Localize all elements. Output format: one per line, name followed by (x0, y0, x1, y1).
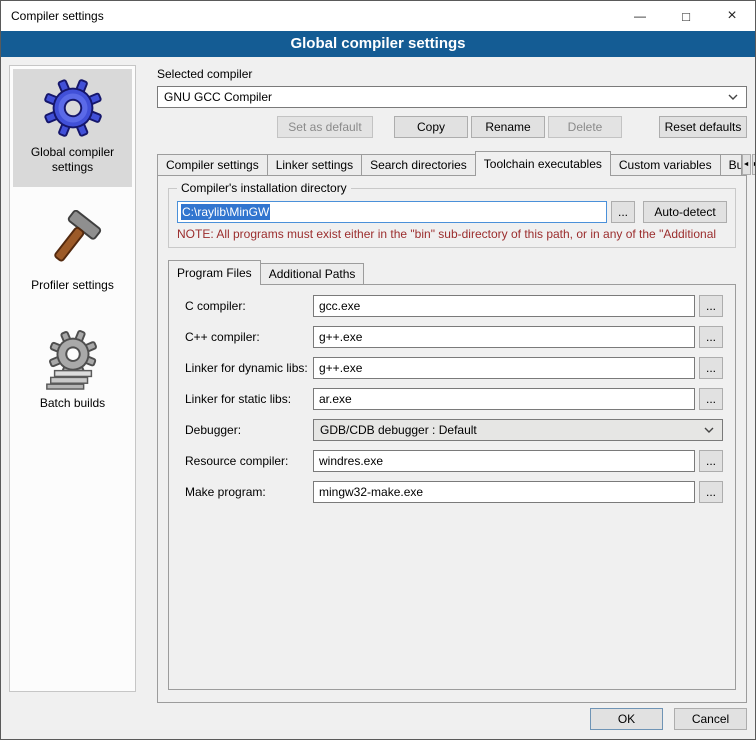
compiler-action-buttons: Set as default Copy Rename Delete Reset … (157, 116, 747, 138)
c-compiler-input[interactable] (313, 295, 695, 317)
minimize-button[interactable]: — (617, 1, 663, 31)
cpp-compiler-row: C++ compiler: ... (185, 326, 723, 348)
tab-custom-variables[interactable]: Custom variables (610, 154, 721, 175)
installation-directory-group-title: Compiler's installation directory (177, 181, 351, 195)
sidebar-item-label: Profiler settings (31, 278, 114, 293)
tab-compiler-settings[interactable]: Compiler settings (157, 154, 268, 175)
debugger-row: Debugger: GDB/CDB debugger : Default (185, 419, 723, 441)
tab-linker-settings[interactable]: Linker settings (267, 154, 362, 175)
dynamic-linker-browse-button[interactable]: ... (699, 357, 723, 379)
program-files-panel: C compiler: ... C++ compiler: ... Linker… (168, 284, 736, 690)
dynamic-linker-label: Linker for dynamic libs: (185, 361, 313, 375)
sidebar-item-label: Global compiler settings (15, 145, 130, 175)
reset-defaults-button[interactable]: Reset defaults (659, 116, 747, 138)
installation-directory-value: C:\raylib\MinGW (181, 204, 270, 220)
main-content: Selected compiler GNU GCC Compiler Set a… (145, 57, 747, 739)
dynamic-linker-row: Linker for dynamic libs: ... (185, 357, 723, 379)
toolchain-executables-panel: Compiler's installation directory C:\ray… (157, 175, 747, 703)
make-program-browse-button[interactable]: ... (699, 481, 723, 503)
dynamic-linker-input[interactable] (313, 357, 695, 379)
close-button[interactable]: × (709, 1, 755, 31)
subtab-program-files[interactable]: Program Files (168, 260, 261, 285)
static-linker-label: Linker for static libs: (185, 392, 313, 406)
minimize-icon: — (634, 9, 646, 23)
static-linker-input[interactable] (313, 388, 695, 410)
sidebar-item-batch-builds[interactable]: Batch builds (13, 320, 132, 423)
settings-category-sidebar: Global compiler settings Profiler settin… (9, 65, 136, 692)
resource-compiler-browse-button[interactable]: ... (699, 450, 723, 472)
settings-tabstrip: Compiler settings Linker settings Search… (157, 151, 747, 175)
chevron-down-icon (728, 94, 738, 100)
c-compiler-label: C compiler: (185, 299, 313, 313)
cpp-compiler-browse-button[interactable]: ... (699, 326, 723, 348)
make-program-label: Make program: (185, 485, 313, 499)
ok-button[interactable]: OK (590, 708, 663, 730)
cpp-compiler-input[interactable] (313, 326, 695, 348)
program-subtabs: Program Files Additional Paths (168, 260, 736, 284)
compiler-settings-dialog: Compiler settings — □ × Global compiler … (0, 0, 756, 740)
make-program-input[interactable] (313, 481, 695, 503)
tab-toolchain-executables[interactable]: Toolchain executables (475, 151, 611, 176)
set-as-default-button[interactable]: Set as default (277, 116, 373, 138)
profiler-hammer-icon (42, 210, 104, 272)
installation-directory-browse-button[interactable]: ... (611, 201, 635, 223)
page-title: Global compiler settings (1, 31, 755, 57)
cancel-button[interactable]: Cancel (674, 708, 747, 730)
dialog-body: Global compiler settings Profiler settin… (1, 57, 755, 739)
tab-scroll-right-button[interactable]: ► (752, 154, 756, 175)
delete-button[interactable]: Delete (548, 116, 622, 138)
maximize-button[interactable]: □ (663, 1, 709, 31)
selected-compiler-dropdown[interactable]: GNU GCC Compiler (157, 86, 747, 108)
debugger-label: Debugger: (185, 423, 313, 437)
resource-compiler-input[interactable] (313, 450, 695, 472)
installation-directory-input[interactable]: C:\raylib\MinGW (177, 201, 607, 223)
copy-button[interactable]: Copy (394, 116, 468, 138)
resource-compiler-label: Resource compiler: (185, 454, 313, 468)
caption-buttons: — □ × (617, 1, 755, 31)
static-linker-browse-button[interactable]: ... (699, 388, 723, 410)
bin-subdirectory-note: NOTE: All programs must exist either in … (177, 227, 727, 241)
sidebar-item-label: Batch builds (40, 396, 105, 411)
debugger-value: GDB/CDB debugger : Default (320, 423, 698, 437)
arrow-left-icon: ◄ (743, 161, 750, 168)
resource-compiler-row: Resource compiler: ... (185, 450, 723, 472)
tab-build-options[interactable]: Build (720, 154, 742, 175)
debugger-select[interactable]: GDB/CDB debugger : Default (313, 419, 723, 441)
sidebar-item-profiler-settings[interactable]: Profiler settings (13, 202, 132, 305)
rename-button[interactable]: Rename (471, 116, 545, 138)
c-compiler-row: C compiler: ... (185, 295, 723, 317)
tab-search-directories[interactable]: Search directories (361, 154, 476, 175)
selected-compiler-value: GNU GCC Compiler (164, 90, 722, 104)
chevron-down-icon (704, 427, 714, 433)
installation-directory-group: Compiler's installation directory C:\ray… (168, 188, 736, 248)
auto-detect-button[interactable]: Auto-detect (643, 201, 727, 223)
dialog-footer: OK Cancel (590, 708, 747, 730)
maximize-icon: □ (682, 9, 690, 24)
gray-gear-stack-icon (42, 328, 104, 390)
c-compiler-browse-button[interactable]: ... (699, 295, 723, 317)
subtab-additional-paths[interactable]: Additional Paths (260, 263, 365, 284)
cpp-compiler-label: C++ compiler: (185, 330, 313, 344)
blue-gear-icon (42, 77, 104, 139)
make-program-row: Make program: ... (185, 481, 723, 503)
titlebar: Compiler settings — □ × (1, 1, 755, 31)
static-linker-row: Linker for static libs: ... (185, 388, 723, 410)
sidebar-item-global-compiler-settings[interactable]: Global compiler settings (13, 69, 132, 187)
selected-compiler-label: Selected compiler (157, 67, 747, 82)
arrow-right-icon: ► (753, 161, 756, 168)
window-title: Compiler settings (11, 9, 104, 23)
close-icon: × (727, 7, 736, 25)
tab-scroll-left-button[interactable]: ◄ (742, 154, 751, 175)
